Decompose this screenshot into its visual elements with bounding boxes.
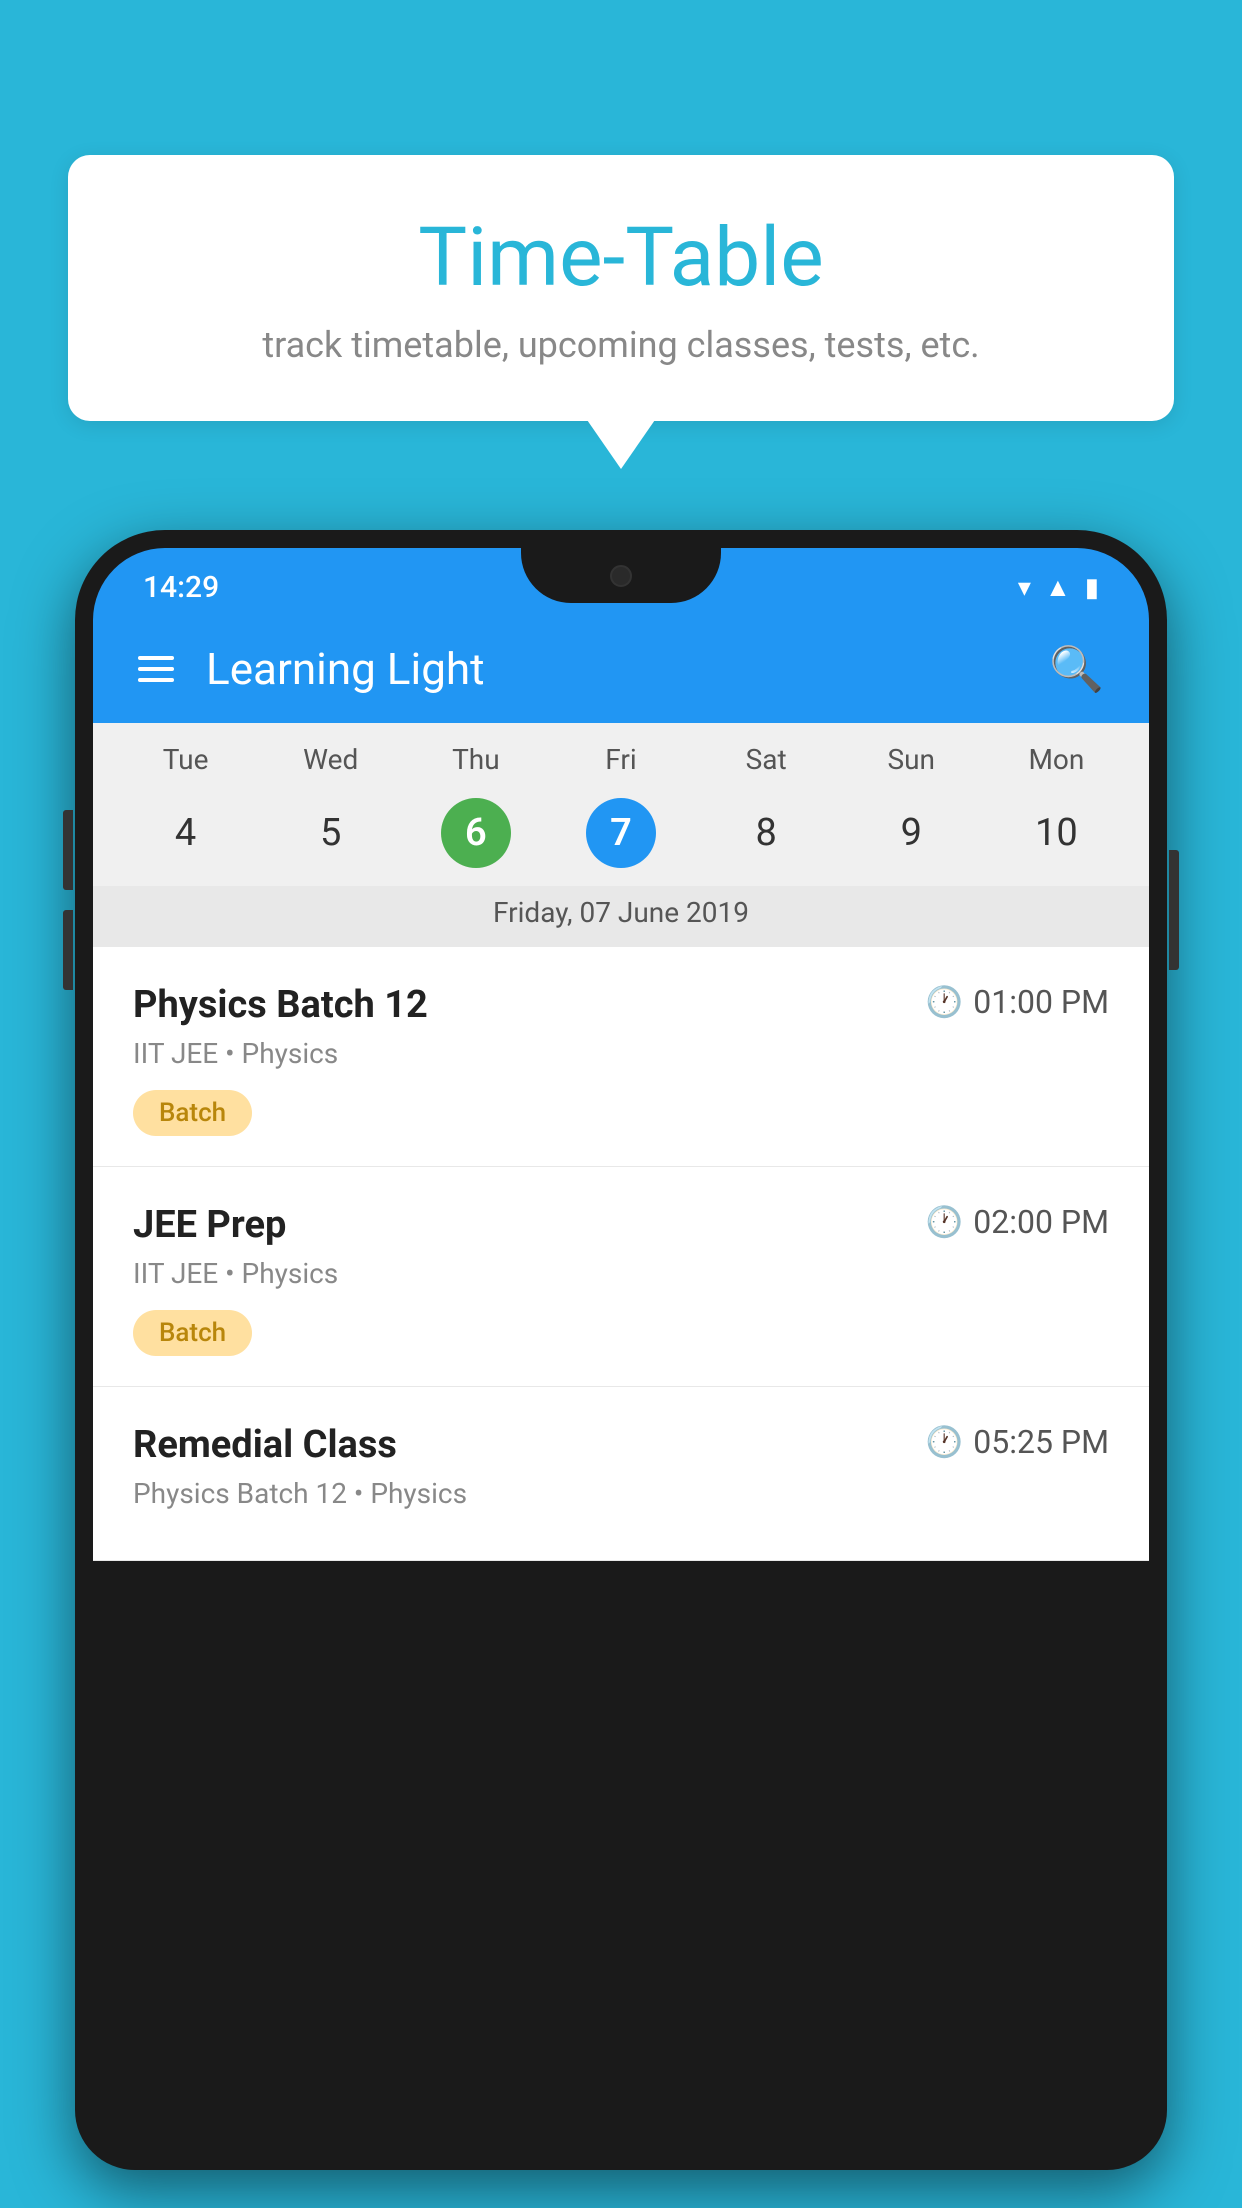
schedule-item-1[interactable]: Physics Batch 12 🕐 01:00 PM IIT JEE • Ph… [93, 947, 1149, 1167]
days-row: Tue Wed Thu Fri Sat Sun Mon [113, 743, 1129, 788]
hamburger-line-1 [138, 656, 174, 660]
schedule-item-1-title: Physics Batch 12 [133, 983, 428, 1027]
calendar-section: Tue Wed Thu Fri Sat Sun Mon 4 5 6 7 8 [93, 723, 1149, 886]
selected-date-label: Friday, 07 June 2019 [93, 886, 1149, 947]
phone-screen: 14:29 ▾ ▲ ▮ Learning Light [93, 548, 1149, 2152]
day-thu: Thu [403, 743, 548, 776]
schedule-item-1-subtitle: IIT JEE • Physics [133, 1037, 1109, 1070]
day-sun: Sun [839, 743, 984, 776]
schedule-item-3-title: Remedial Class [133, 1423, 397, 1467]
signal-icon: ▲ [1045, 572, 1071, 603]
hamburger-line-3 [138, 678, 174, 682]
phone-outer: 14:29 ▾ ▲ ▮ Learning Light [75, 530, 1167, 2170]
schedule-list: Physics Batch 12 🕐 01:00 PM IIT JEE • Ph… [93, 947, 1149, 1561]
schedule-item-3-time: 🕐 05:25 PM [926, 1423, 1109, 1461]
day-sat: Sat [694, 743, 839, 776]
status-time: 14:29 [143, 570, 219, 605]
clock-icon-1: 🕐 [926, 985, 963, 1020]
date-7-selected[interactable]: 7 [586, 798, 656, 868]
status-icons: ▾ ▲ ▮ [1018, 572, 1099, 603]
batch-badge-1: Batch [133, 1090, 252, 1136]
bubble-title: Time-Table [128, 210, 1114, 306]
schedule-item-2[interactable]: JEE Prep 🕐 02:00 PM IIT JEE • Physics Ba… [93, 1167, 1149, 1387]
volume-up-button [63, 810, 73, 890]
phone-frame: 14:29 ▾ ▲ ▮ Learning Light [75, 530, 1167, 2208]
schedule-item-3[interactable]: Remedial Class 🕐 05:25 PM Physics Batch … [93, 1387, 1149, 1561]
schedule-item-2-time: 🕐 02:00 PM [926, 1203, 1109, 1241]
wifi-icon: ▾ [1018, 573, 1031, 603]
schedule-item-3-header: Remedial Class 🕐 05:25 PM [133, 1423, 1109, 1467]
date-8[interactable]: 8 [731, 798, 801, 868]
date-6-today[interactable]: 6 [441, 798, 511, 868]
hamburger-menu-button[interactable] [138, 656, 174, 682]
bubble-subtitle: track timetable, upcoming classes, tests… [128, 324, 1114, 366]
day-mon: Mon [984, 743, 1129, 776]
clock-icon-3: 🕐 [926, 1425, 963, 1460]
front-camera [610, 565, 632, 587]
volume-down-button [63, 910, 73, 990]
status-bar: 14:29 ▾ ▲ ▮ [93, 548, 1149, 615]
clock-icon-2: 🕐 [926, 1205, 963, 1240]
status-app-bar: 14:29 ▾ ▲ ▮ Learning Light [93, 548, 1149, 723]
power-button [1169, 850, 1179, 970]
batch-badge-2: Batch [133, 1310, 252, 1356]
schedule-item-1-time: 🕐 01:00 PM [926, 983, 1109, 1021]
date-9[interactable]: 9 [876, 798, 946, 868]
speech-bubble: Time-Table track timetable, upcoming cla… [68, 155, 1174, 421]
schedule-item-2-subtitle: IIT JEE • Physics [133, 1257, 1109, 1290]
hamburger-line-2 [138, 667, 174, 671]
phone-content: Tue Wed Thu Fri Sat Sun Mon 4 5 6 7 8 [93, 723, 1149, 1561]
schedule-item-2-title: JEE Prep [133, 1203, 286, 1247]
date-10[interactable]: 10 [1021, 798, 1091, 868]
search-button[interactable]: 🔍 [1049, 643, 1104, 695]
dates-row[interactable]: 4 5 6 7 8 9 10 [113, 788, 1129, 886]
day-fri: Fri [548, 743, 693, 776]
schedule-item-1-header: Physics Batch 12 🕐 01:00 PM [133, 983, 1109, 1027]
schedule-item-2-header: JEE Prep 🕐 02:00 PM [133, 1203, 1109, 1247]
schedule-item-3-subtitle: Physics Batch 12 • Physics [133, 1477, 1109, 1510]
date-4[interactable]: 4 [151, 798, 221, 868]
day-wed: Wed [258, 743, 403, 776]
day-tue: Tue [113, 743, 258, 776]
date-5[interactable]: 5 [296, 798, 366, 868]
app-bar-left: Learning Light [138, 643, 485, 695]
speech-bubble-section: Time-Table track timetable, upcoming cla… [68, 155, 1174, 421]
phone-notch [521, 548, 721, 603]
battery-icon: ▮ [1085, 573, 1099, 603]
app-title: Learning Light [206, 643, 485, 695]
app-bar: Learning Light 🔍 [93, 615, 1149, 723]
